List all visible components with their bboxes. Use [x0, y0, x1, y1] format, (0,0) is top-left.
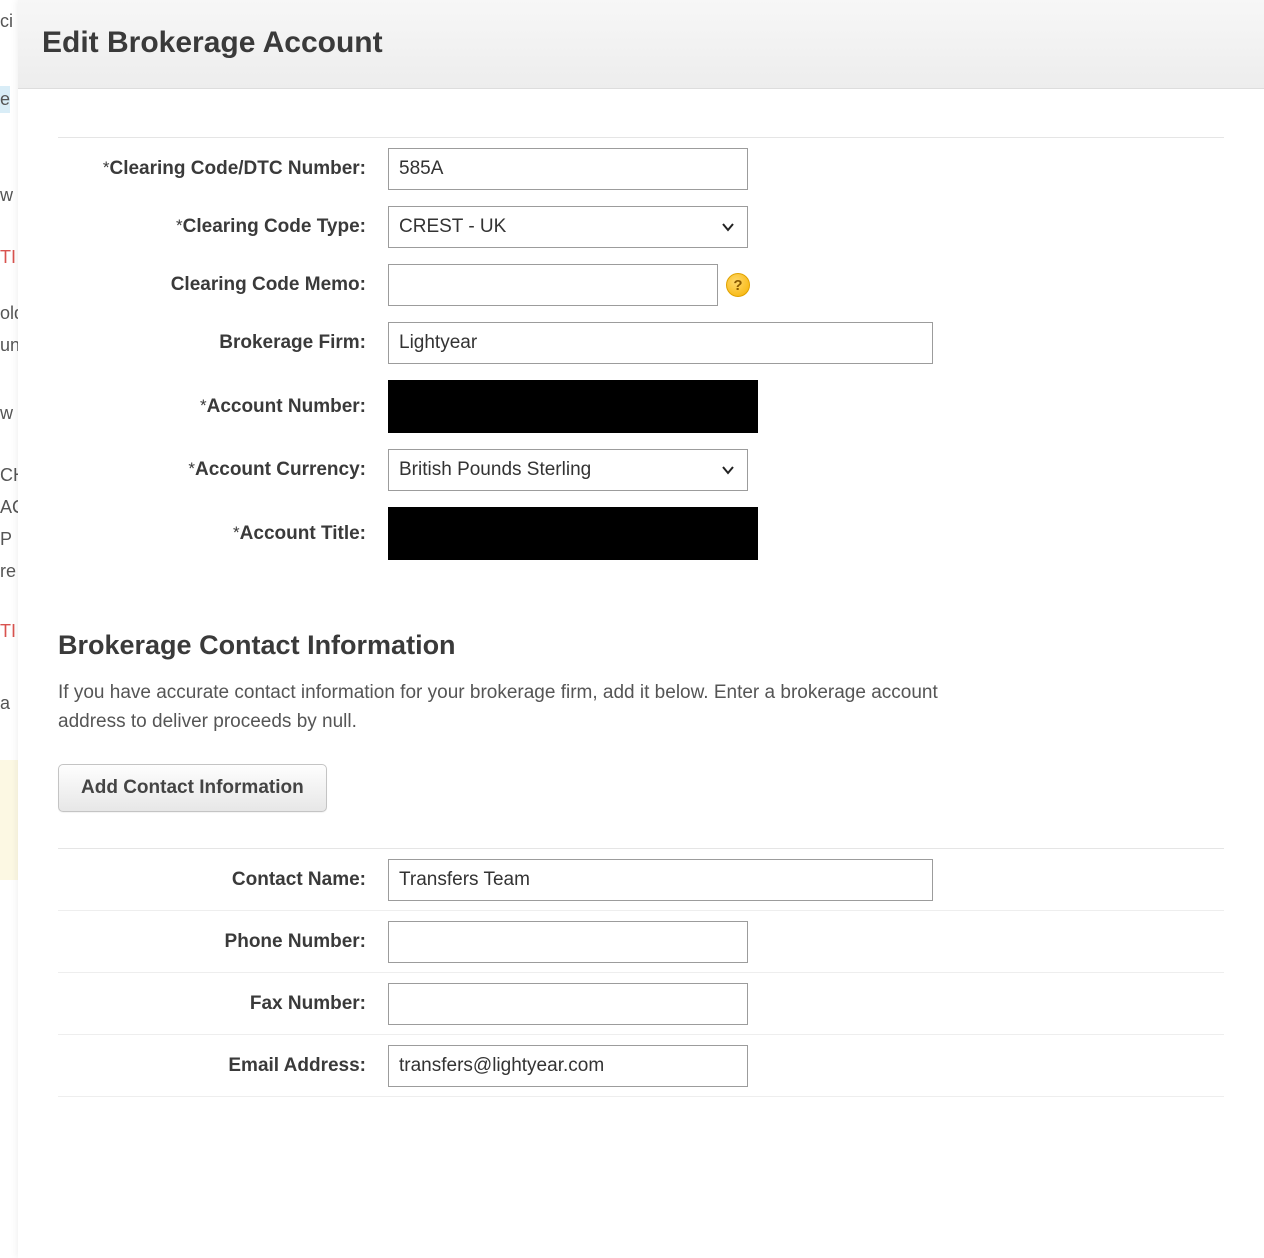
row-phone-number: Phone Number:	[58, 911, 1224, 973]
input-contact-name[interactable]	[388, 859, 933, 901]
row-fax-number: Fax Number:	[58, 973, 1224, 1035]
panel-body: Clearing Code/DTC Number: Clearing Code …	[18, 89, 1264, 1117]
panel-header: Edit Brokerage Account	[18, 0, 1264, 89]
row-contact-name: Contact Name:	[58, 849, 1224, 911]
row-clearing-code: Clearing Code/DTC Number:	[58, 140, 1224, 198]
input-brokerage-firm[interactable]	[388, 322, 933, 364]
contact-fields: Contact Name: Phone Number: Fax Number:	[58, 848, 1224, 1097]
bg-text: re	[0, 558, 16, 585]
label-fax-number: Fax Number:	[58, 993, 388, 1015]
contact-section-title: Brokerage Contact Information	[58, 630, 1224, 661]
row-brokerage-firm: Brokerage Firm:	[58, 314, 1224, 372]
label-contact-name: Contact Name:	[58, 869, 388, 891]
label-phone-number: Phone Number:	[58, 931, 388, 953]
input-clearing-code[interactable]	[388, 148, 748, 190]
brokerage-form: Clearing Code/DTC Number: Clearing Code …	[58, 137, 1224, 568]
add-contact-information-button[interactable]: Add Contact Information	[58, 764, 327, 812]
input-account-number-redacted[interactable]	[388, 380, 758, 433]
select-clearing-code-type-value: CREST - UK	[399, 216, 506, 238]
select-clearing-code-type[interactable]: CREST - UK	[388, 206, 748, 248]
bg-text: TI	[0, 618, 16, 645]
input-email-address[interactable]	[388, 1045, 748, 1087]
row-account-currency: Account Currency: British Pounds Sterlin…	[58, 441, 1224, 499]
chevron-down-icon	[719, 218, 737, 236]
label-clearing-code-type: Clearing Code Type:	[58, 216, 388, 238]
bg-text: ci	[0, 8, 13, 35]
bg-text: TI	[0, 244, 16, 271]
chevron-down-icon	[719, 461, 737, 479]
help-icon[interactable]: ?	[726, 273, 750, 297]
label-brokerage-firm: Brokerage Firm:	[58, 332, 388, 354]
row-account-title: Account Title:	[58, 499, 1224, 568]
edit-brokerage-panel: Edit Brokerage Account Clearing Code/DTC…	[18, 0, 1264, 1258]
input-fax-number[interactable]	[388, 983, 748, 1025]
bg-text: P	[0, 526, 12, 553]
bg-text: e	[0, 86, 10, 113]
row-account-number: Account Number:	[58, 372, 1224, 441]
contact-section-description: If you have accurate contact information…	[58, 679, 938, 736]
bg-text: w	[0, 182, 13, 209]
bg-text: w	[0, 400, 13, 427]
label-clearing-code: Clearing Code/DTC Number:	[58, 158, 388, 180]
label-account-number: Account Number:	[58, 396, 388, 418]
label-account-currency: Account Currency:	[58, 459, 388, 481]
row-clearing-code-type: Clearing Code Type: CREST - UK	[58, 198, 1224, 256]
page-title: Edit Brokerage Account	[42, 26, 1240, 60]
row-email-address: Email Address:	[58, 1035, 1224, 1097]
background-cropped-content: ci e w TI old un w CH AC P re TI a	[0, 0, 18, 1258]
row-clearing-code-memo: Clearing Code Memo: ?	[58, 256, 1224, 314]
bg-text: a	[0, 690, 10, 717]
bg-highlight	[0, 760, 18, 880]
input-phone-number[interactable]	[388, 921, 748, 963]
label-email-address: Email Address:	[58, 1055, 388, 1077]
input-clearing-code-memo[interactable]	[388, 264, 718, 306]
select-account-currency-value: British Pounds Sterling	[399, 459, 591, 481]
select-account-currency[interactable]: British Pounds Sterling	[388, 449, 748, 491]
input-account-title-redacted[interactable]	[388, 507, 758, 560]
label-account-title: Account Title:	[58, 523, 388, 545]
label-clearing-code-memo: Clearing Code Memo:	[58, 274, 388, 296]
